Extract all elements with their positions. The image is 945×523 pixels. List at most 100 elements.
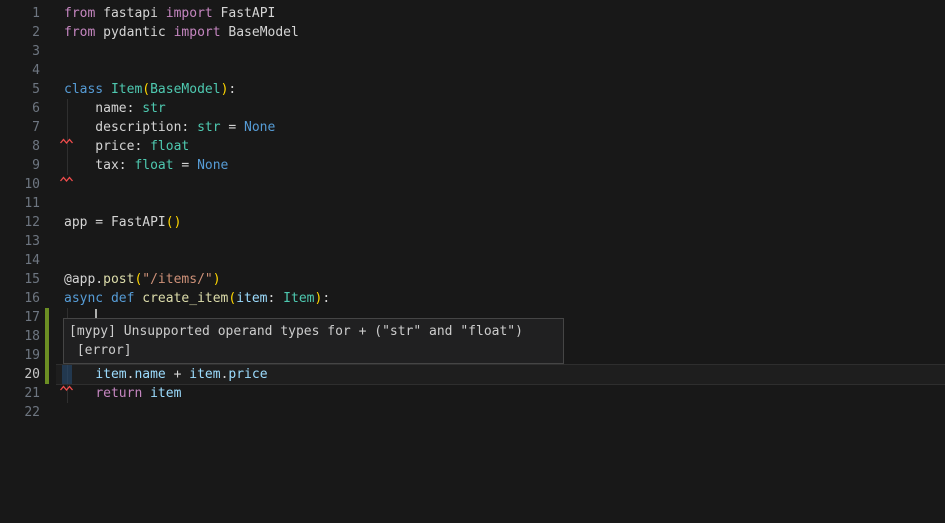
- code-line-content[interactable]: return item: [64, 384, 181, 403]
- code-token: BaseModel: [150, 82, 220, 97]
- code-line-content[interactable]: async def create_item(item: Item):: [64, 289, 330, 308]
- code-token: +: [166, 367, 189, 382]
- code-line: 9 tax: float = None: [0, 156, 945, 175]
- line-number[interactable]: 5: [0, 80, 40, 99]
- code-token: [103, 291, 111, 306]
- gutter-decorations: [40, 308, 64, 327]
- code-line: 7 description: str = None: [0, 118, 945, 137]
- line-number[interactable]: 8: [0, 137, 40, 156]
- code-line: 11: [0, 194, 945, 213]
- code-token: str: [142, 101, 165, 116]
- code-line-content[interactable]: app = FastAPI(): [64, 213, 181, 232]
- code-line-content[interactable]: @app.post("/items/"): [64, 270, 221, 289]
- gutter-decorations: [40, 346, 64, 365]
- gutter-decorations: [40, 365, 64, 384]
- code-token: None: [244, 120, 275, 135]
- gutter-decorations: [40, 270, 64, 289]
- code-token: from: [64, 6, 95, 21]
- code-line-content[interactable]: from fastapi import FastAPI: [64, 4, 275, 23]
- code-token: from: [64, 25, 95, 40]
- line-number[interactable]: 3: [0, 42, 40, 61]
- code-token: pydantic: [95, 25, 173, 40]
- gutter-decorations: [40, 403, 64, 422]
- line-number[interactable]: 11: [0, 194, 40, 213]
- gutter-decorations: [40, 80, 64, 99]
- code-line: 20 item.name + item.price: [0, 365, 945, 384]
- line-number[interactable]: 9: [0, 156, 40, 175]
- line-number[interactable]: 17: [0, 308, 40, 327]
- line-number[interactable]: 2: [0, 23, 40, 42]
- gutter-decorations: [40, 251, 64, 270]
- code-token: description:: [64, 120, 197, 135]
- code-token: async: [64, 291, 103, 306]
- code-token: create_item: [142, 291, 228, 306]
- code-line-content[interactable]: description: str = None: [64, 118, 275, 137]
- code-token: item: [150, 386, 181, 401]
- line-number[interactable]: 14: [0, 251, 40, 270]
- code-token: app = FastAPI: [64, 215, 166, 230]
- code-token: =: [174, 158, 197, 173]
- gutter-decorations: [40, 156, 64, 175]
- code-token: (: [142, 82, 150, 97]
- code-token: [103, 82, 111, 97]
- git-added-indicator: [45, 346, 49, 365]
- line-number[interactable]: 19: [0, 346, 40, 365]
- code-line: 2 from pydantic import BaseModel: [0, 23, 945, 42]
- code-line: 21 return item: [0, 384, 945, 403]
- line-number[interactable]: 16: [0, 289, 40, 308]
- code-line: 15 @app.post("/items/"): [0, 270, 945, 289]
- code-token: None: [197, 158, 228, 173]
- code-token: :: [268, 291, 284, 306]
- line-number[interactable]: 6: [0, 99, 40, 118]
- code-line-content[interactable]: item.name + item.price: [64, 365, 268, 384]
- line-number[interactable]: 15: [0, 270, 40, 289]
- code-token: (): [166, 215, 182, 230]
- gutter-decorations: [40, 384, 64, 403]
- code-token: :: [322, 291, 330, 306]
- git-added-indicator: [45, 365, 49, 384]
- code-token: price: [228, 367, 267, 382]
- code-line-content[interactable]: from pydantic import BaseModel: [64, 23, 299, 42]
- line-number[interactable]: 13: [0, 232, 40, 251]
- code-line: 1 from fastapi import FastAPI: [0, 4, 945, 23]
- code-line: 5 class Item(BaseModel):: [0, 80, 945, 99]
- code-token: BaseModel: [221, 25, 299, 40]
- line-number[interactable]: 1: [0, 4, 40, 23]
- line-number[interactable]: 10: [0, 175, 40, 194]
- code-token: [142, 386, 150, 401]
- code-line-content[interactable]: tax: float = None: [64, 156, 228, 175]
- code-editor[interactable]: 1 from fastapi import FastAPI 2 from pydant…: [0, 0, 945, 523]
- gutter-decorations: [40, 118, 64, 137]
- line-number[interactable]: 12: [0, 213, 40, 232]
- code-token: import: [166, 6, 213, 21]
- line-number[interactable]: 21: [0, 384, 40, 403]
- code-token: Item: [283, 291, 314, 306]
- code-line-content[interactable]: class Item(BaseModel):: [64, 80, 236, 99]
- code-token: [64, 386, 95, 401]
- code-token: float: [134, 158, 173, 173]
- code-line: 8 price: float: [0, 137, 945, 156]
- code-token: return: [95, 386, 142, 401]
- line-number[interactable]: 4: [0, 61, 40, 80]
- code-token: item: [189, 367, 220, 382]
- code-token: str: [197, 120, 220, 135]
- tooltip-message-line2: [error]: [69, 341, 558, 360]
- gutter-decorations: [40, 99, 64, 118]
- gutter-decorations: [40, 4, 64, 23]
- code-token: :: [228, 82, 236, 97]
- code-token: fastapi: [95, 6, 165, 21]
- gutter-decorations: [40, 42, 64, 61]
- line-number[interactable]: 18: [0, 327, 40, 346]
- code-line-content[interactable]: name: str: [64, 99, 166, 118]
- code-line: 13: [0, 232, 945, 251]
- line-number[interactable]: 7: [0, 118, 40, 137]
- gutter-decorations: [40, 213, 64, 232]
- code-token: ): [213, 272, 221, 287]
- line-number[interactable]: 22: [0, 403, 40, 422]
- code-line-content[interactable]: price: float: [64, 137, 189, 156]
- gutter-decorations: [40, 137, 64, 156]
- code-line: 4: [0, 61, 945, 80]
- git-added-indicator: [45, 308, 49, 327]
- code-token: FastAPI: [213, 6, 276, 21]
- line-number[interactable]: 20: [0, 365, 40, 384]
